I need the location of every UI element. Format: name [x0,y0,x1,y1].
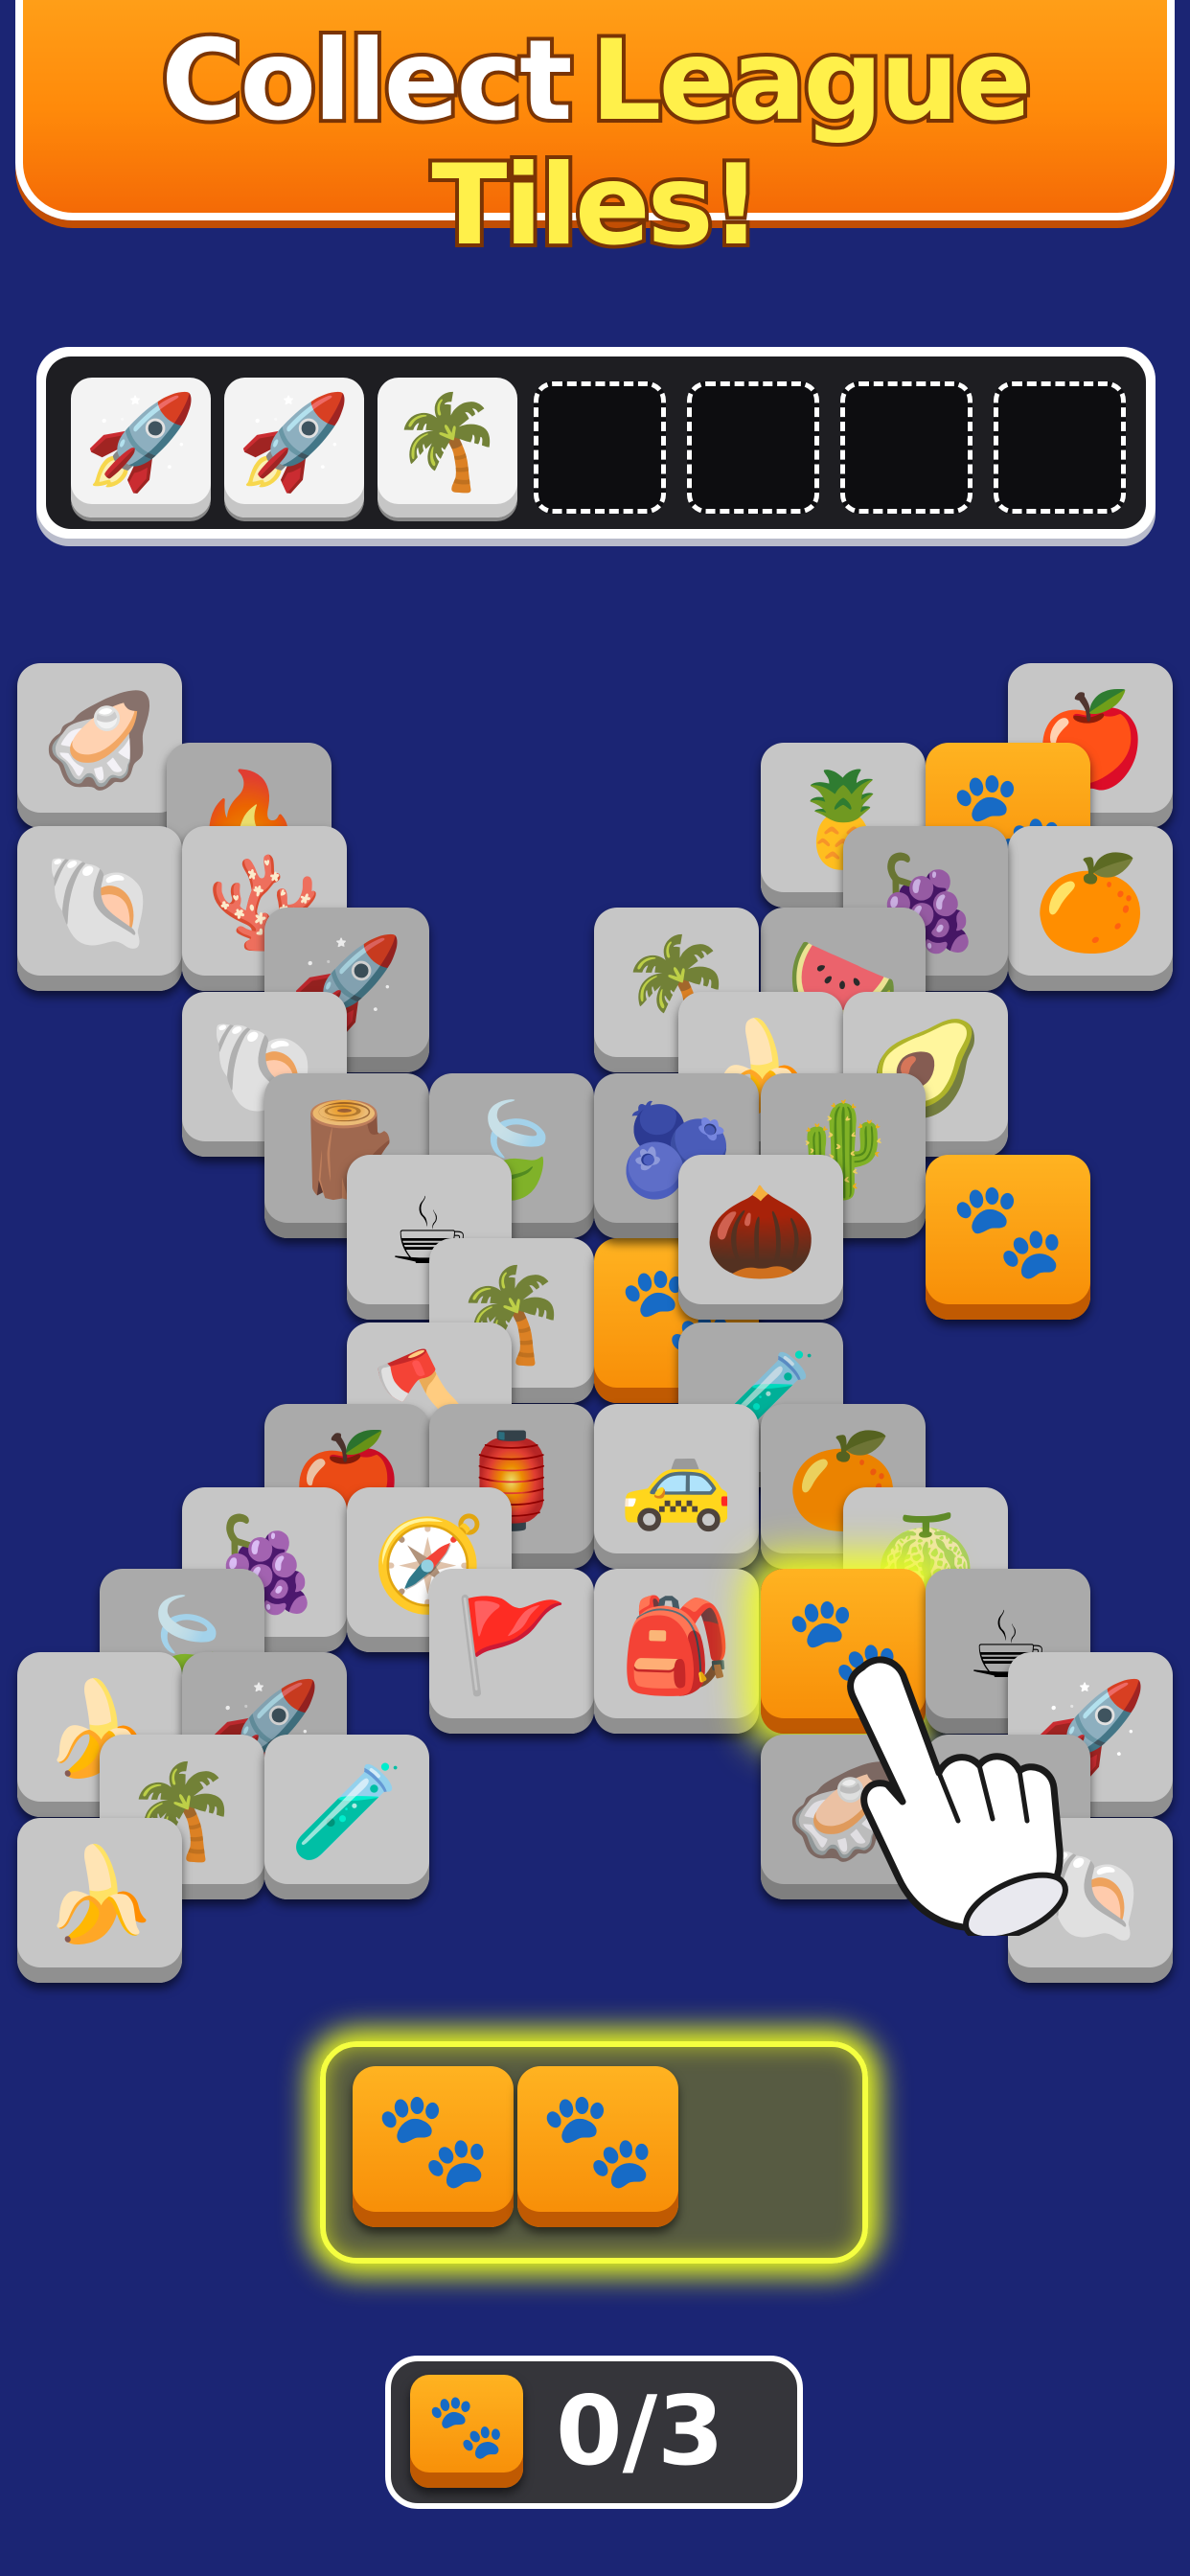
paw-glyph: 🐾 [426,2389,507,2463]
collected-paw-tile: 🐾 [517,2066,678,2227]
paw-icon: 🐾 [538,2085,657,2195]
flag-icon: 🚩 [454,1592,569,1699]
league-tile-counter: 🐾 0/3 [385,2356,803,2509]
backpack-icon: 🎒 [619,1592,734,1699]
board-tile-scallop-shell[interactable]: 🐚 [17,826,182,991]
paw-icon: 🐾 [949,1176,1067,1285]
counter-paw-icon: 🐾 [410,2375,523,2488]
board-tile-paw[interactable]: 🐾 [926,1155,1090,1320]
pointing-hand-icon [847,1656,1068,1936]
board-tile-taxi[interactable]: 🚕 [594,1404,759,1569]
board-tile-oyster-pearl[interactable]: 🦪 [17,663,182,828]
scallop-shell-icon: 🐚 [42,849,157,956]
pinecone-icon: 🌰 [703,1178,818,1285]
collected-paw-tile: 🐾 [353,2066,514,2227]
taxi-icon: 🚕 [619,1427,734,1534]
board-tile-backpack[interactable]: 🎒 [594,1569,759,1734]
board-tile-pinecone[interactable]: 🌰 [678,1155,843,1320]
board-tile-banana[interactable]: 🍌 [17,1818,182,1983]
banana-icon: 🍌 [42,1841,157,1948]
orange-icon: 🍊 [1033,849,1148,956]
board-tile-potion-bottle[interactable]: 🧪 [264,1735,429,1899]
board-tile-flag[interactable]: 🚩 [429,1569,594,1734]
paw-icon: 🐾 [374,2085,492,2195]
board-tile-orange[interactable]: 🍊 [1008,826,1173,991]
potion-bottle-icon: 🧪 [289,1758,404,1865]
oyster-pearl-icon: 🦪 [42,686,157,794]
counter-text: 0/3 [556,2375,724,2487]
league-collect-area: 🐾 🐾 [320,2041,868,2264]
